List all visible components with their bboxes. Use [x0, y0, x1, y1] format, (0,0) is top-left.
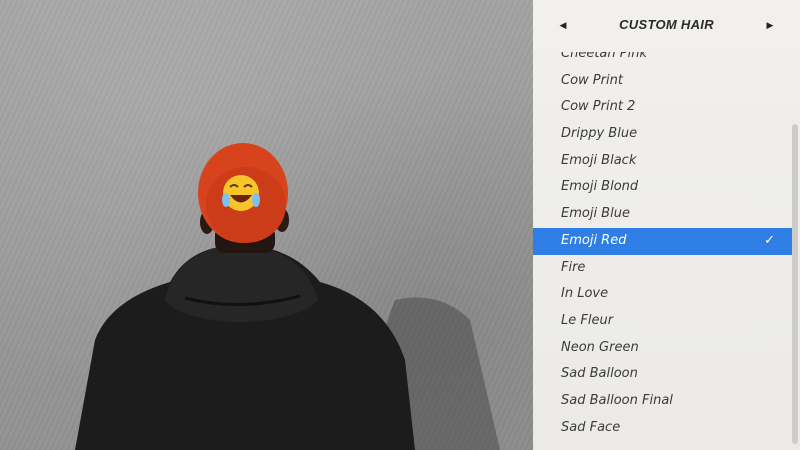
character-preview — [0, 0, 533, 450]
panel-title: CUSTOM HAIR — [619, 17, 714, 32]
list-item-cow-print-2[interactable]: Cow Print 2 — [533, 94, 793, 121]
list-item-emoji-blue[interactable]: Emoji Blue — [533, 201, 793, 228]
checkmark-icon: ✓ — [764, 232, 775, 248]
chevron-right-icon[interactable]: ▶ — [762, 18, 778, 34]
list-item-drippy-blue[interactable]: Drippy Blue — [533, 121, 793, 148]
list-item-sad-balloon[interactable]: Sad Balloon — [533, 361, 793, 388]
list-item-le-fleur[interactable]: Le Fleur — [533, 308, 793, 335]
list-item-sad-balloon-final[interactable]: Sad Balloon Final — [533, 388, 793, 415]
list-item-label: Emoji Red — [561, 232, 627, 248]
list-item-emoji-blond[interactable]: Emoji Blond — [533, 174, 793, 201]
hood — [165, 243, 318, 322]
chevron-left-icon[interactable]: ◀ — [555, 18, 571, 34]
scrollbar-thumb[interactable] — [792, 124, 798, 444]
hair-list: Cheetah Pink Cow Print Cow Print 2 Dripp… — [533, 41, 793, 450]
custom-hair-panel: ◀ CUSTOM HAIR ▶ Cheetah Pink Cow Print C… — [533, 0, 800, 450]
list-item-fire[interactable]: Fire — [533, 255, 793, 282]
panel-header: ◀ CUSTOM HAIR ▶ — [533, 0, 800, 52]
list-item-cow-print[interactable]: Cow Print — [533, 68, 793, 95]
list-item-emoji-red[interactable]: Emoji Red ✓ — [533, 227, 793, 255]
list-item-neon-green[interactable]: Neon Green — [533, 335, 793, 362]
list-item-emoji-black[interactable]: Emoji Black — [533, 148, 793, 175]
list-item-sad-face[interactable]: Sad Face — [533, 415, 793, 442]
character-scene — [75, 143, 500, 450]
list-item-in-love[interactable]: In Love — [533, 281, 793, 308]
